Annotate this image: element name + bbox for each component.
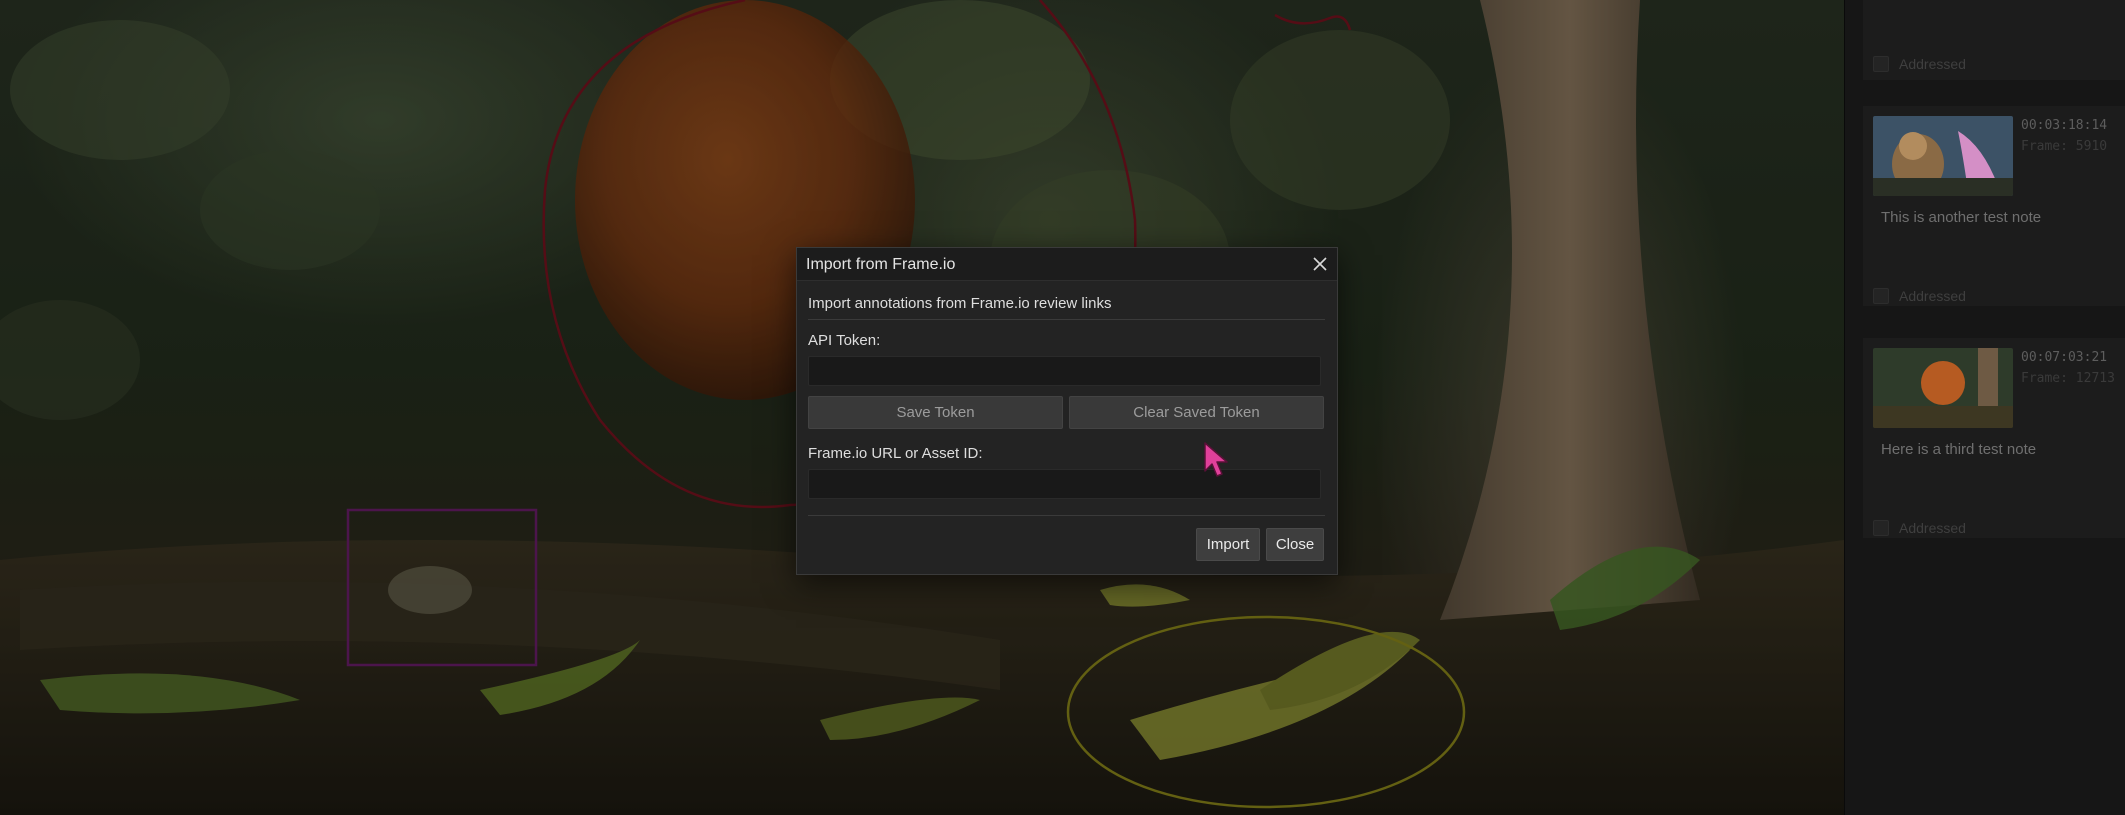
note-timecode: 00:03:18:14: [2021, 118, 2108, 133]
note-status-label: Addressed: [1899, 520, 1966, 536]
note-status: Addressed: [1873, 56, 1966, 72]
separator: [808, 319, 1325, 320]
note-timecode: 00:07:03:21: [2021, 350, 2108, 365]
note-card[interactable]: Addressed: [1863, 0, 2125, 80]
app-window: Addressed 00:03:18:14 Frame: 5910 This i…: [0, 0, 2125, 815]
import-button[interactable]: Import: [1196, 528, 1260, 561]
separator: [808, 515, 1325, 516]
close-icon[interactable]: [1309, 253, 1331, 275]
note-frame: Frame: 12713: [2021, 371, 2115, 386]
dialog-description: Import annotations from Frame.io review …: [808, 295, 1112, 312]
note-thumbnail[interactable]: [1873, 116, 2013, 196]
api-token-label: API Token:: [808, 332, 881, 349]
frameio-url-label: Frame.io URL or Asset ID:: [808, 445, 983, 462]
note-frame: Frame: 5910: [2021, 139, 2108, 154]
close-button[interactable]: Close: [1266, 528, 1324, 561]
addressed-checkbox[interactable]: [1873, 56, 1889, 72]
dialog-title: Import from Frame.io: [806, 256, 956, 273]
note-status-label: Addressed: [1899, 288, 1966, 304]
note-text: This is another test note: [1881, 209, 2042, 226]
clear-saved-token-button[interactable]: Clear Saved Token: [1069, 396, 1324, 429]
note-status: Addressed: [1873, 288, 1966, 304]
dialog-titlebar[interactable]: Import from Frame.io: [797, 248, 1337, 281]
note-thumbnail[interactable]: [1873, 348, 2013, 428]
save-token-button[interactable]: Save Token: [808, 396, 1063, 429]
api-token-input[interactable]: [808, 356, 1321, 386]
note-status: Addressed: [1873, 520, 1966, 536]
note-card[interactable]: 00:03:18:14 Frame: 5910 This is another …: [1863, 106, 2125, 306]
note-text: Here is a third test note: [1881, 441, 2037, 458]
addressed-checkbox[interactable]: [1873, 520, 1889, 536]
frameio-url-input[interactable]: [808, 469, 1321, 499]
note-status-label: Addressed: [1899, 56, 1966, 72]
import-frameio-dialog: Import from Frame.io Import annotations …: [796, 247, 1338, 575]
note-card[interactable]: 00:07:03:21 Frame: 12713 Here is a third…: [1863, 338, 2125, 538]
addressed-checkbox[interactable]: [1873, 288, 1889, 304]
notes-panel: Addressed 00:03:18:14 Frame: 5910 This i…: [1844, 0, 2125, 815]
